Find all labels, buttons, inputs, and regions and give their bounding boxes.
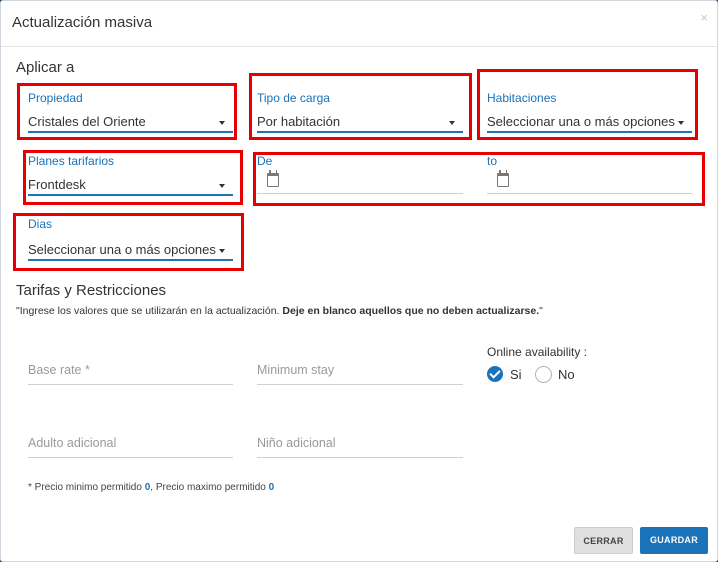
max-price-value: 0 xyxy=(268,482,275,493)
availability-no-label[interactable]: No xyxy=(558,367,575,382)
highlight-box-dias xyxy=(13,213,244,271)
bulk-update-modal: Actualización masiva × Aplicar a Propied… xyxy=(0,0,718,562)
highlight-box-fechas xyxy=(253,152,705,206)
footnote-min-text: * Precio minimo permitido xyxy=(28,482,145,493)
footnote-max-text: , Precio maximo permitido xyxy=(150,482,269,493)
online-availability-label: Online availability : xyxy=(487,345,588,359)
highlight-box-tipo-carga xyxy=(249,73,472,140)
rates-note-bold: Deje en blanco aquellos que no deben act… xyxy=(282,305,540,317)
highlight-box-habitaciones xyxy=(477,69,698,140)
highlight-box-planes xyxy=(23,150,243,205)
cerrar-button[interactable]: CERRAR xyxy=(574,527,633,554)
modal-title: Actualización masiva xyxy=(12,14,153,31)
guardar-button[interactable]: GUARDAR xyxy=(640,527,708,554)
minimum-stay-input[interactable]: Minimum stay xyxy=(257,356,463,385)
nino-adicional-input[interactable]: Niño adicional xyxy=(257,429,463,458)
rates-note-prefix: "Ingrese los valores que se utilizarán e… xyxy=(16,305,283,317)
rates-note: "Ingrese los valores que se utilizarán e… xyxy=(16,305,543,317)
apply-heading: Aplicar a xyxy=(16,59,75,76)
price-footnote: * Precio minimo permitido 0, Precio maxi… xyxy=(28,482,274,493)
modal-header: Actualización masiva × xyxy=(1,1,717,47)
base-rate-input[interactable]: Base rate * xyxy=(28,356,233,385)
availability-yes-label[interactable]: Si xyxy=(510,367,522,382)
highlight-box-propiedad xyxy=(17,83,237,140)
close-icon[interactable]: × xyxy=(700,10,708,25)
adulto-adicional-input[interactable]: Adulto adicional xyxy=(28,429,233,458)
rates-heading: Tarifas y Restricciones xyxy=(16,282,167,299)
availability-no-radio[interactable] xyxy=(535,366,552,383)
availability-yes-radio[interactable] xyxy=(487,366,503,382)
rates-note-suffix: " xyxy=(539,305,543,317)
